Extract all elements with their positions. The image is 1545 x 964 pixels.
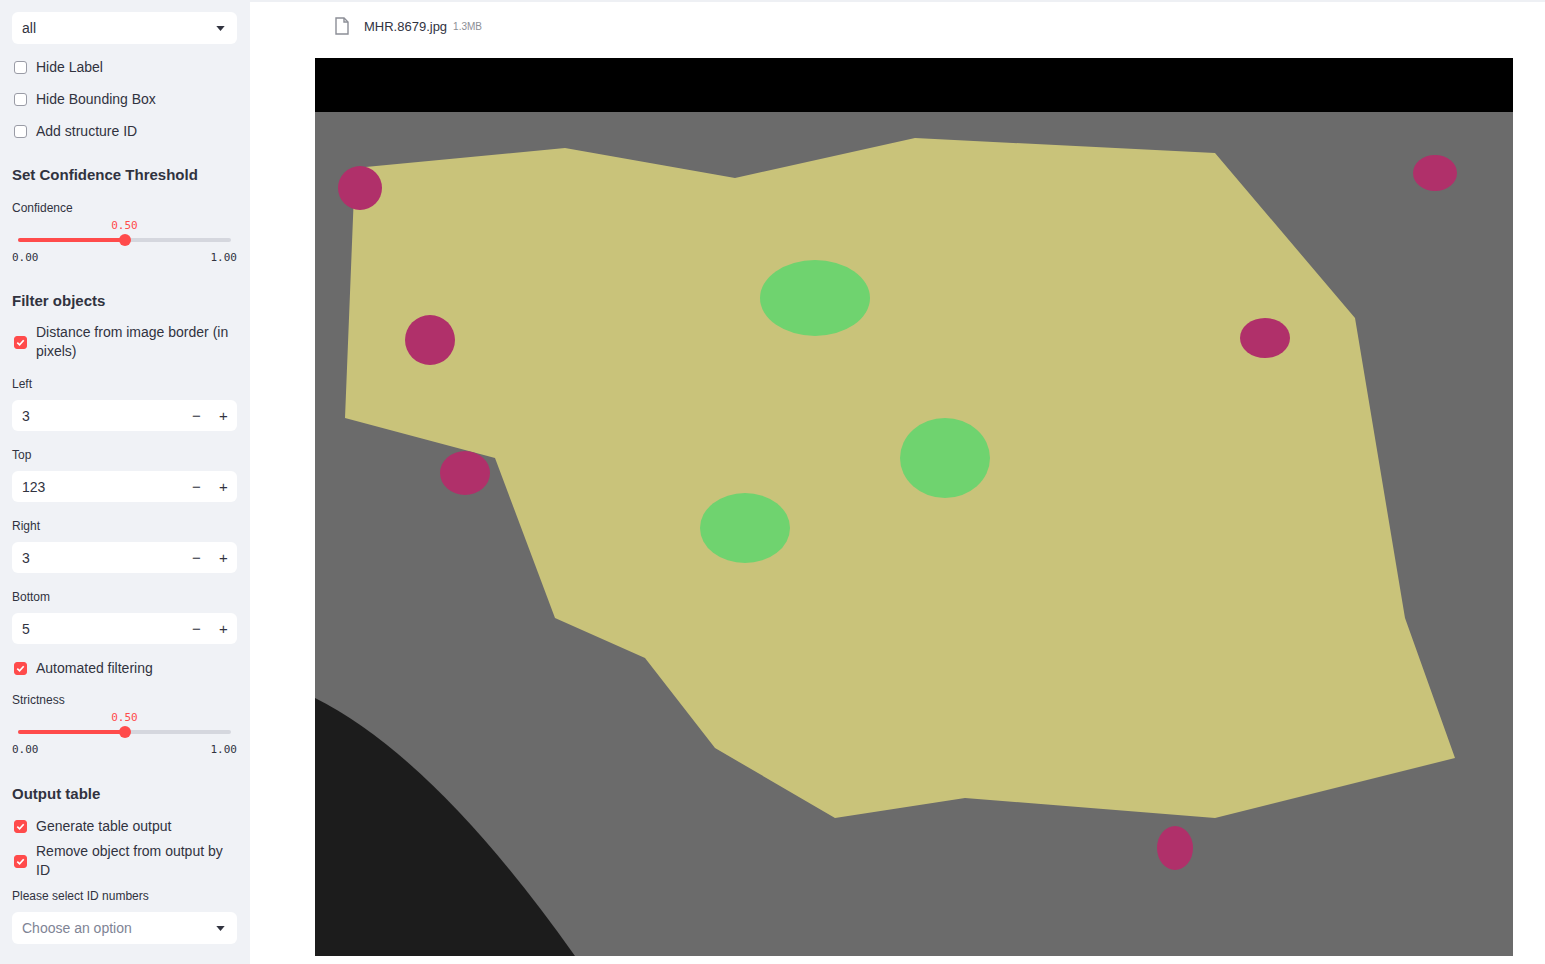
annotated-image (315, 58, 1513, 956)
multiselect[interactable]: Choose an option (12, 912, 237, 944)
increment-button[interactable]: + (210, 478, 237, 495)
number-label: Bottom (12, 589, 237, 605)
app: all Hide Label Hide Bounding Box Add str… (0, 0, 1545, 964)
increment-button[interactable]: + (210, 407, 237, 424)
check-icon (15, 821, 26, 832)
slider[interactable]: 0.50 0.00 1.00 (12, 218, 237, 265)
number-label: Right (12, 518, 237, 534)
number-input[interactable]: 123 − + (12, 471, 237, 502)
file-size: 1.3MB (453, 21, 482, 32)
multiselect-label: Please select ID numbers (12, 888, 237, 904)
main-content: MHR.8679.jpg 1.3MB (250, 0, 1545, 964)
checkbox-row[interactable]: Hide Label (12, 51, 237, 83)
decrement-button[interactable]: − (183, 478, 210, 495)
slider[interactable]: 0.50 0.00 1.00 (12, 710, 237, 757)
slider-max: 1.00 (211, 251, 238, 265)
increment-button[interactable]: + (210, 620, 237, 637)
slider-value: 0.50 (111, 219, 138, 232)
number-input[interactable]: 3 − + (12, 400, 237, 431)
slider-value: 0.50 (111, 711, 138, 724)
decrement-button[interactable]: − (183, 549, 210, 566)
file-icon (335, 17, 349, 35)
checkbox[interactable] (14, 820, 27, 833)
checkbox-row[interactable]: Distance from image border (in pixels) (12, 323, 237, 361)
checkbox-row[interactable]: Remove object from output by ID (12, 842, 237, 880)
section-heading: Set Confidence Threshold (12, 164, 237, 186)
dropdown-arrow-icon (216, 926, 225, 931)
slider-label: Confidence (12, 200, 237, 216)
slider-min: 0.00 (12, 251, 39, 265)
decrement-button[interactable]: − (183, 620, 210, 637)
slider-max: 1.00 (211, 743, 238, 757)
select-box[interactable]: all (12, 12, 237, 44)
section-heading: Filter objects (12, 290, 237, 312)
file-row: MHR.8679.jpg 1.3MB (315, 14, 1545, 38)
checkbox-row[interactable]: Generate table output (12, 810, 237, 842)
checkbox[interactable] (14, 93, 27, 106)
increment-button[interactable]: + (210, 549, 237, 566)
checkbox-row[interactable]: Hide Bounding Box (12, 83, 237, 115)
checkbox[interactable] (14, 125, 27, 138)
checkbox[interactable] (14, 855, 27, 868)
decrement-button[interactable]: − (183, 407, 210, 424)
check-icon (15, 663, 26, 674)
checkbox[interactable] (14, 336, 27, 349)
file-name: MHR.8679.jpg (364, 19, 447, 34)
number-label: Left (12, 376, 237, 392)
check-icon (15, 337, 26, 348)
number-input[interactable]: 5 − + (12, 613, 237, 644)
section-heading: Output table (12, 783, 237, 805)
dropdown-arrow-icon (216, 26, 225, 31)
slider-track[interactable] (18, 238, 231, 242)
number-label: Top (12, 447, 237, 463)
slider-thumb[interactable] (119, 234, 131, 246)
slider-track[interactable] (18, 730, 231, 734)
slider-min: 0.00 (12, 743, 39, 757)
checkbox-row[interactable]: Automated filtering (12, 652, 237, 684)
checkbox[interactable] (14, 662, 27, 675)
sidebar: all Hide Label Hide Bounding Box Add str… (0, 0, 250, 964)
number-input[interactable]: 3 − + (12, 542, 237, 573)
slider-label: Strictness (12, 692, 237, 708)
checkbox-row[interactable]: Add structure ID (12, 115, 237, 147)
slider-thumb[interactable] (119, 726, 131, 738)
checkbox[interactable] (14, 61, 27, 74)
check-icon (15, 856, 26, 867)
